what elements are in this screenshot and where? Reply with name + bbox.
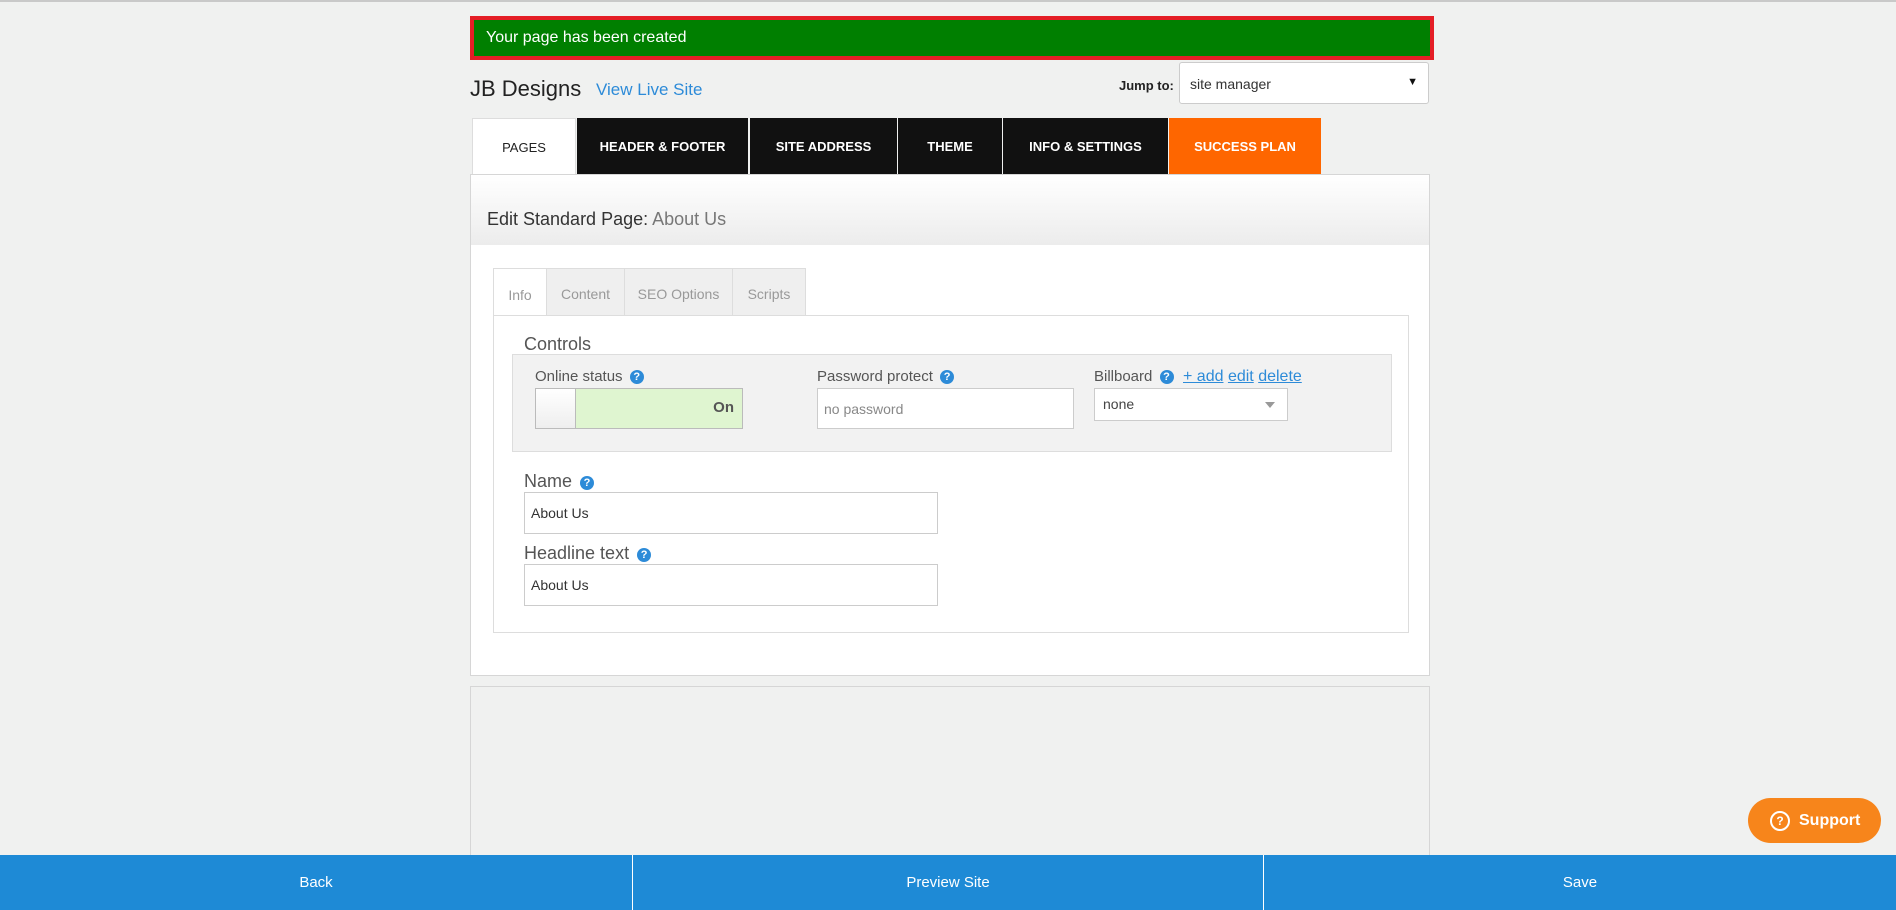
tab-theme[interactable]: THEME [898, 118, 1002, 174]
jump-to-value: site manager [1190, 76, 1271, 92]
billboard-add-link[interactable]: + add [1183, 368, 1223, 385]
support-label: Support [1799, 811, 1861, 829]
tab-pages[interactable]: PAGES [472, 118, 576, 175]
help-icon[interactable]: ? [629, 370, 644, 384]
subtab-info[interactable]: Info [493, 268, 547, 321]
headline-label: Headline text ? [524, 543, 652, 564]
tab-header-footer[interactable]: HEADER & FOOTER [577, 118, 748, 174]
password-protect-label-text: Password protect [817, 368, 933, 385]
support-button[interactable]: ? Support [1748, 798, 1881, 843]
password-input[interactable] [817, 388, 1074, 429]
bottom-action-bar: Back Preview Site Save [0, 855, 1896, 910]
billboard-edit-link[interactable]: edit [1228, 368, 1254, 385]
panel-heading: Edit Standard Page: About Us [471, 175, 1429, 245]
site-name: JB Designs [470, 76, 582, 101]
view-live-site-link[interactable]: View Live Site [596, 80, 702, 100]
save-button[interactable]: Save [1264, 855, 1896, 910]
headline-label-text: Headline text [524, 543, 630, 563]
name-input[interactable] [524, 492, 938, 534]
tab-site-address[interactable]: SITE ADDRESS [750, 118, 897, 174]
headline-input[interactable] [524, 564, 938, 606]
secondary-panel [470, 686, 1430, 856]
billboard-actions: + add edit delete [1183, 368, 1302, 386]
password-protect-label: Password protect ? [817, 368, 955, 385]
preview-site-button[interactable]: Preview Site [632, 855, 1264, 910]
help-icon[interactable]: ? [580, 476, 595, 490]
help-icon[interactable]: ? [637, 548, 652, 562]
info-tab-content: Controls Online status ? On Password pro… [493, 315, 1409, 633]
tab-success-plan[interactable]: SUCCESS PLAN [1169, 118, 1321, 174]
billboard-delete-link[interactable]: delete [1258, 368, 1302, 385]
success-notification: Your page has been created [470, 16, 1434, 60]
billboard-value: none [1103, 396, 1135, 412]
name-label: Name ? [524, 471, 595, 492]
subtab-content[interactable]: Content [546, 268, 625, 320]
billboard-label: Billboard ? [1094, 368, 1174, 385]
question-icon: ? [1770, 810, 1790, 831]
toggle-knob[interactable] [536, 389, 576, 428]
top-border [0, 0, 1896, 2]
billboard-label-text: Billboard [1094, 368, 1153, 385]
panel-heading-prefix: Edit Standard Page: [487, 209, 649, 229]
online-status-toggle[interactable]: On [535, 388, 743, 429]
edit-page-panel: Edit Standard Page: About Us Info Conten… [470, 174, 1430, 676]
name-label-text: Name [524, 471, 573, 491]
online-status-label: Online status ? [535, 368, 644, 385]
help-icon[interactable]: ? [940, 370, 955, 384]
tab-info-settings[interactable]: INFO & SETTINGS [1003, 118, 1168, 174]
subtab-scripts[interactable]: Scripts [732, 268, 806, 320]
controls-box: Online status ? On Password protect ? Bi… [512, 354, 1392, 452]
chevron-down-icon: ▼ [1407, 76, 1418, 88]
help-icon[interactable]: ? [1159, 370, 1174, 384]
panel-heading-page-name: About Us [652, 209, 727, 229]
online-status-value: On [713, 399, 734, 416]
subtab-seo-options[interactable]: SEO Options [624, 268, 733, 320]
billboard-select[interactable]: none [1094, 388, 1288, 421]
back-button[interactable]: Back [0, 855, 632, 910]
jump-to-select[interactable]: site manager ▼ [1179, 62, 1429, 104]
chevron-down-icon [1265, 402, 1275, 408]
controls-title: Controls [524, 334, 592, 354]
jump-to-label: Jump to: [1119, 78, 1174, 93]
online-status-label-text: Online status [535, 368, 623, 385]
